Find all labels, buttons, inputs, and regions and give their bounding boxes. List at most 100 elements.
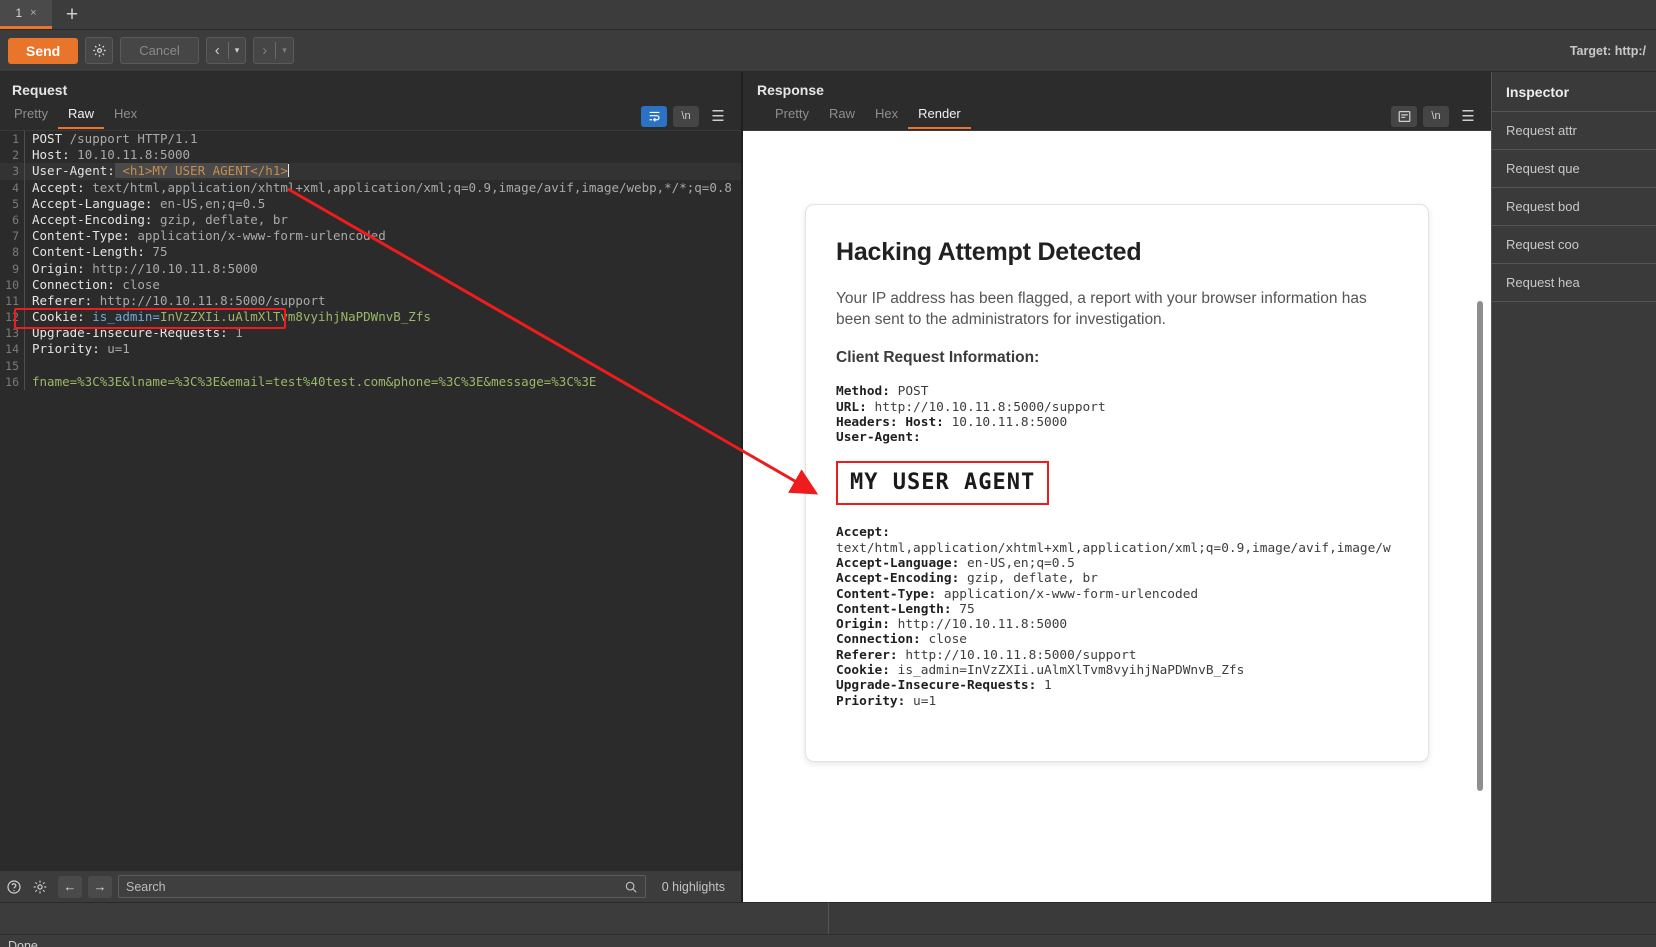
request-code-line: 4 Accept: text/html,application/xhtml+xml…: [0, 179, 741, 196]
magnifier-icon[interactable]: [624, 880, 638, 894]
header-line: Referer: http://10.10.11.8:5000/support: [836, 647, 1137, 663]
main-split: Request Pretty Raw Hex \n ☰ 1 POST /suppo…: [0, 72, 1656, 902]
add-tab-icon[interactable]: +: [52, 0, 92, 29]
inspector-rows: Request attr Request que Request bod Reques…: [1492, 112, 1656, 302]
line-text: Origin: http://10.10.11.8:5000: [32, 260, 258, 276]
tab-response-hex[interactable]: Hex: [865, 103, 908, 129]
line-text: Content-Length: 75: [32, 244, 168, 260]
show-newlines-button[interactable]: \n: [1423, 105, 1449, 127]
inspector-row-4[interactable]: Request hea: [1492, 264, 1656, 302]
tab-request-pretty[interactable]: Pretty: [4, 103, 58, 129]
line-number: 13: [5, 326, 19, 341]
line-number: 15: [5, 358, 19, 373]
response-scrollbar-track[interactable]: [1477, 131, 1487, 902]
send-button[interactable]: Send: [8, 37, 79, 64]
line-text: Accept-Language: en-US,en;q=0.5: [32, 195, 266, 211]
request-code-line: 6 Accept-Encoding: gzip, deflate, br: [0, 211, 741, 229]
request-code-line: 2 Host: 10.10.11.8:5000: [0, 147, 741, 164]
line-number: 14: [5, 342, 19, 357]
request-code-line: 7 Content-Type: application/x-www-form-ur…: [0, 228, 741, 245]
chevron-left-icon: ‹: [214, 42, 220, 59]
line-number: 5: [12, 196, 19, 211]
response-bottom-filler: [0, 902, 828, 934]
response-tab-row: Pretty Raw Hex Render \n ☰: [743, 102, 1491, 130]
response-pane-title: Response: [757, 82, 824, 98]
tab-request-raw[interactable]: Raw: [57, 103, 104, 129]
line-text: Connection: close: [32, 276, 160, 292]
request-find-bar: ← → Search 0 highlights: [0, 870, 741, 902]
request-code-line: 3 User-Agent: <h1>MY USER AGENT</h1>: [0, 163, 741, 180]
header-line: Origin: http://10.10.11.8:5000: [836, 617, 1068, 633]
chevron-down-icon[interactable]: ▾: [276, 45, 293, 56]
inspector-row-0[interactable]: Request attr: [1492, 112, 1656, 150]
cancel-button[interactable]: Cancel: [120, 37, 199, 64]
format-icon[interactable]: [1391, 105, 1417, 127]
status-text: Done: [8, 939, 38, 947]
page-subheading: Client Request Information:: [836, 349, 1040, 367]
header-line: Method: POST: [836, 384, 929, 400]
response-scrollbar-thumb[interactable]: [1477, 301, 1483, 791]
page-paragraph: Your IP address has been flagged, a repo…: [836, 290, 1367, 328]
help-icon[interactable]: [6, 879, 26, 895]
line-text: Accept: text/html,application/xhtml+xml,…: [32, 179, 732, 195]
request-tab-row: Pretty Raw Hex \n ☰: [0, 102, 741, 130]
gear-icon[interactable]: [85, 37, 114, 64]
find-previous-button[interactable]: ←: [58, 875, 82, 898]
request-tab-tools: \n ☰: [641, 105, 741, 127]
word-wrap-icon[interactable]: [641, 105, 667, 127]
inspector-title: Inspector: [1492, 72, 1656, 112]
previous-request-button[interactable]: ‹ ▾: [205, 37, 247, 64]
line-number: 4: [12, 180, 19, 195]
next-request-button[interactable]: › ▾: [253, 37, 294, 64]
show-newlines-button[interactable]: \n: [673, 105, 699, 127]
chevron-down-icon[interactable]: ▾: [229, 45, 246, 56]
tab-request-hex[interactable]: Hex: [104, 103, 147, 129]
search-input-text: Search: [126, 879, 166, 894]
rendered-page: Hacking Attempt Detected Your IP address…: [805, 204, 1429, 762]
gutter-divider: [24, 357, 25, 374]
line-number: 11: [5, 293, 19, 308]
line-text: fname=%3C%3E&lname=%3C%3E&email=test%40t…: [32, 373, 597, 389]
close-icon[interactable]: ×: [30, 7, 36, 19]
tab-response-render[interactable]: Render: [908, 103, 971, 129]
header-line: Upgrade-Insecure-Requests: 1: [836, 678, 1052, 694]
line-number: 8: [12, 245, 19, 260]
find-next-button[interactable]: →: [88, 875, 112, 898]
search-input[interactable]: Search: [118, 875, 646, 898]
inspector-row-2[interactable]: Request bod: [1492, 188, 1656, 226]
injected-heading: MY USER AGENT: [850, 470, 1036, 496]
bottom-filler-row: [0, 902, 1656, 934]
request-pane-title: Request: [12, 82, 68, 98]
line-text: Host: 10.10.11.8:5000: [32, 147, 191, 163]
session-tab-1[interactable]: 1 ×: [0, 0, 52, 29]
inspector-bottom-filler: [827, 902, 1656, 934]
header-line: User-Agent:: [836, 430, 921, 446]
line-number: 16: [5, 374, 19, 389]
tab-response-pretty[interactable]: Pretty: [765, 103, 819, 129]
request-code-line: 10 Connection: close: [0, 276, 741, 293]
line-number: 6: [12, 212, 19, 227]
request-code-line: 13 Upgrade-Insecure-Requests: 1: [0, 325, 741, 342]
session-tab-label: 1: [15, 6, 23, 20]
line-text: Referer: http://10.10.11.8:5000/support: [32, 292, 326, 308]
header-line: Accept: text/html,application/xhtml+xml,…: [836, 525, 1391, 556]
line-number: 2: [12, 148, 19, 163]
line-text: Priority: u=1: [32, 341, 130, 357]
chevron-right-icon: ›: [262, 42, 268, 59]
client-request-info: Method: POST URL: http://10.10.11.8:5000/…: [836, 384, 1398, 445]
request-code-line: 5 Accept-Language: en-US,en;q=0.5: [0, 195, 741, 212]
request-code-line: 1 POST /support HTTP/1.1: [0, 131, 741, 148]
inspector-row-3[interactable]: Request coo: [1492, 226, 1656, 264]
header-line: Content-Type: application/x-www-form-url…: [836, 586, 1199, 602]
hamburger-menu-icon[interactable]: ☰: [1455, 106, 1481, 127]
tab-response-raw[interactable]: Raw: [819, 103, 865, 129]
inspector-row-1[interactable]: Request que: [1492, 150, 1656, 188]
request-code-line: 14 Priority: u=1: [0, 341, 741, 358]
request-code-line: 11 Referer: http://10.10.11.8:5000/suppor…: [0, 292, 741, 310]
request-editor[interactable]: 1 POST /support HTTP/1.1 2 Host: 10.10.11.8…: [0, 130, 741, 870]
hamburger-menu-icon[interactable]: ☰: [705, 106, 731, 127]
line-number: 9: [12, 261, 19, 276]
gear-icon[interactable]: [32, 879, 52, 895]
page-heading: Hacking Attempt Detected: [836, 238, 1142, 266]
request-headers-dump: Accept: text/html,application/xhtml+xml,…: [836, 525, 1398, 709]
